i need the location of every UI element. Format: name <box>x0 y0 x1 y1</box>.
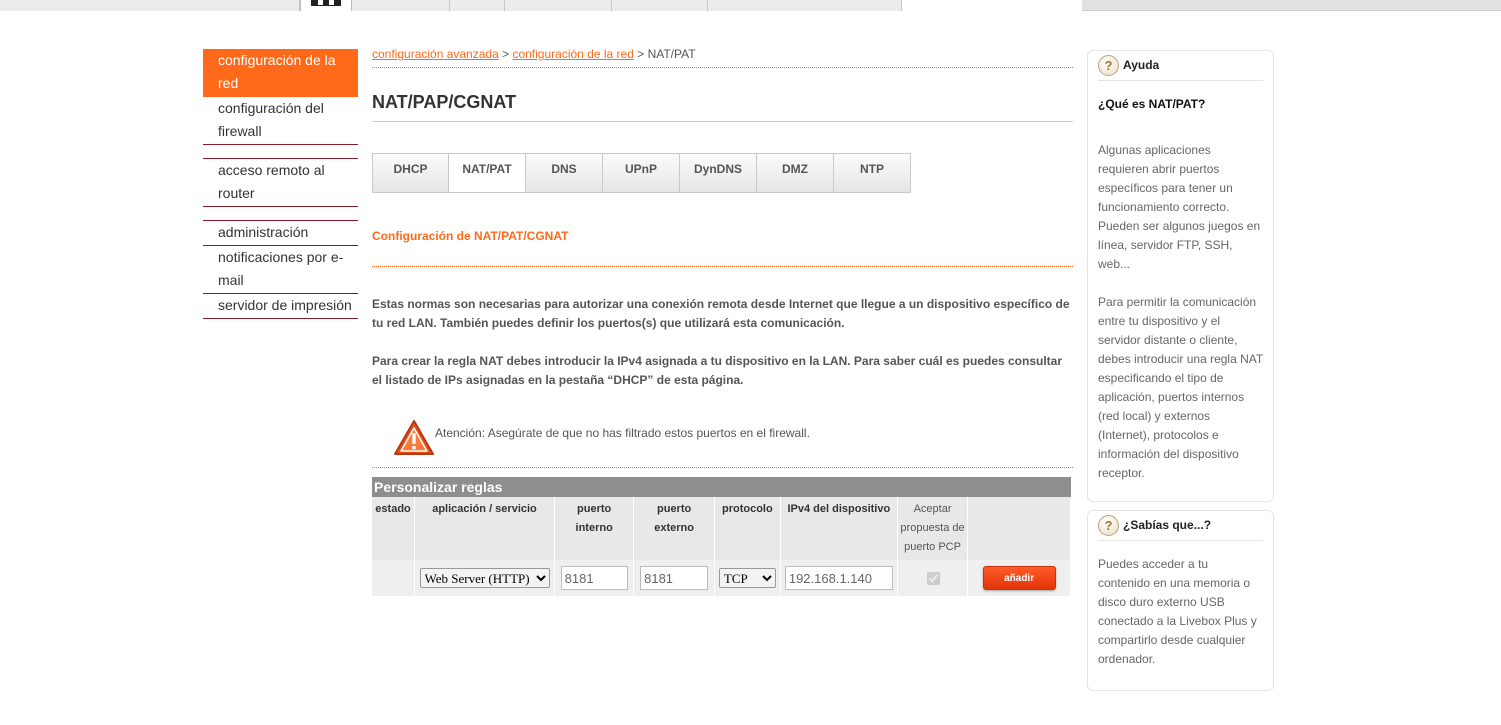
top-navigation-bar <box>0 0 1501 12</box>
column-header-action <box>967 497 1071 560</box>
tips-panel: ? ¿Sabías que...? Puedes acceder a tu co… <box>1087 510 1274 691</box>
tab-dyndns[interactable]: DynDNS <box>680 153 757 193</box>
logo-icon[interactable] <box>300 0 352 11</box>
section-title: Configuración de NAT/PAT/CGNAT <box>372 229 1073 267</box>
warning-notice: Atención: Asegúrate de que no has filtra… <box>372 410 1073 468</box>
warning-text: Atención: Asegúrate de que no has filtra… <box>435 426 810 440</box>
sidebar-item-print-server[interactable]: servidor de impresión <box>203 294 358 319</box>
page-title: NAT/PAP/CGNAT <box>372 92 1073 122</box>
top-nav-segment[interactable] <box>505 0 612 11</box>
application-cell: Web Server (HTTP) <box>414 560 555 596</box>
sidebar-item-network-config[interactable]: configuración de la red <box>203 49 358 97</box>
sidebar-item-firewall-config[interactable]: configuración del firewall <box>203 97 358 145</box>
breadcrumb-separator: > <box>633 47 648 61</box>
help-panel: ? Ayuda ¿Qué es NAT/PAT? Algunas aplicac… <box>1087 50 1274 502</box>
tips-panel-title: ¿Sabías que...? <box>1123 518 1212 532</box>
help-panel-subtitle: ¿Qué es NAT/PAT? <box>1098 97 1206 111</box>
breadcrumb-separator: > <box>498 47 513 61</box>
help-paragraph: Algunas aplicaciones requieren abrir pue… <box>1098 143 1261 271</box>
pcp-checkbox[interactable] <box>926 571 940 585</box>
column-header-internal-port: puerto interno <box>554 497 635 560</box>
rules-table: Personalizar reglas estado aplicación / … <box>372 477 1071 596</box>
top-nav-segment[interactable] <box>450 0 505 11</box>
tab-dns[interactable]: DNS <box>526 153 603 193</box>
tips-panel-header: ? ¿Sabías que...? <box>1098 511 1263 541</box>
breadcrumb-current: NAT/PAT <box>647 47 696 61</box>
tab-dmz[interactable]: DMZ <box>757 153 834 193</box>
breadcrumb: configuración avanzada > configuración d… <box>372 44 1073 68</box>
add-rule-button[interactable]: añadir <box>982 566 1056 590</box>
table-header-row: estado aplicación / servicio puerto inte… <box>372 497 1071 560</box>
sidebar-item-administration[interactable]: administración <box>203 221 358 246</box>
application-select[interactable]: Web Server (HTTP) <box>419 568 550 588</box>
column-header-application: aplicación / servicio <box>414 497 555 560</box>
pcp-cell <box>897 560 969 596</box>
protocol-cell: TCP <box>714 560 781 596</box>
external-port-input[interactable] <box>640 566 709 590</box>
column-header-ipv4: IPv4 del dispositivo <box>780 497 898 560</box>
action-cell: añadir <box>967 560 1071 596</box>
tab-ntp[interactable]: NTP <box>834 153 911 193</box>
table-row: Web Server (HTTP) TCP añadir <box>372 560 1071 596</box>
help-paragraph: Para permitir la comunicación entre tu d… <box>1098 295 1263 480</box>
tab-bar: DHCP NAT/PAT DNS UPnP DynDNS DMZ NTP <box>372 153 1073 193</box>
status-cell <box>372 560 416 596</box>
internal-port-input[interactable] <box>560 566 628 590</box>
internal-port-cell <box>554 560 635 596</box>
help-panel-title: Ayuda <box>1123 58 1160 72</box>
sidebar: configuración de la red configuración de… <box>203 49 358 319</box>
main-content: configuración avanzada > configuración d… <box>372 44 1073 596</box>
protocol-select[interactable]: TCP <box>718 568 776 588</box>
column-header-status: estado <box>372 497 416 560</box>
rules-table-caption: Personalizar reglas <box>372 477 1071 497</box>
ipv4-input[interactable] <box>784 566 893 590</box>
column-header-protocol: protocolo <box>714 497 781 560</box>
help-question-icon: ? <box>1098 55 1119 76</box>
description-paragraph: Estas normas son necesarias para autoriz… <box>372 297 1070 330</box>
column-header-external-port: puerto externo <box>633 497 715 560</box>
tips-question-icon: ? <box>1098 515 1119 536</box>
top-nav-segment[interactable] <box>708 0 902 11</box>
tab-upnp[interactable]: UPnP <box>603 153 680 193</box>
top-nav-segment[interactable] <box>352 0 450 11</box>
sidebar-item-email-notifications[interactable]: notificaciones por e-mail <box>203 246 358 294</box>
top-nav-segment[interactable] <box>612 0 708 11</box>
sidebar-divider <box>203 207 358 221</box>
ipv4-cell <box>780 560 898 596</box>
tips-paragraph: Puedes acceder a tu contenido en una mem… <box>1098 557 1257 666</box>
tab-dhcp[interactable]: DHCP <box>372 153 449 193</box>
sidebar-divider <box>203 145 358 159</box>
help-panel-header: ? Ayuda <box>1098 51 1263 81</box>
warning-icon <box>393 419 435 462</box>
breadcrumb-link-network-config[interactable]: configuración de la red <box>512 47 633 61</box>
column-header-pcp: Aceptar propuesta de puerto PCP <box>897 497 969 560</box>
tab-nat-pat[interactable]: NAT/PAT <box>449 153 526 193</box>
sidebar-item-remote-access[interactable]: acceso remoto al router <box>203 159 358 207</box>
instructions-paragraph: Para crear la regla NAT debes introducir… <box>372 354 1063 387</box>
breadcrumb-link-advanced-config[interactable]: configuración avanzada <box>372 47 499 61</box>
external-port-cell <box>633 560 715 596</box>
top-nav-active-segment[interactable] <box>902 0 1082 12</box>
top-nav-segment[interactable] <box>0 0 300 11</box>
